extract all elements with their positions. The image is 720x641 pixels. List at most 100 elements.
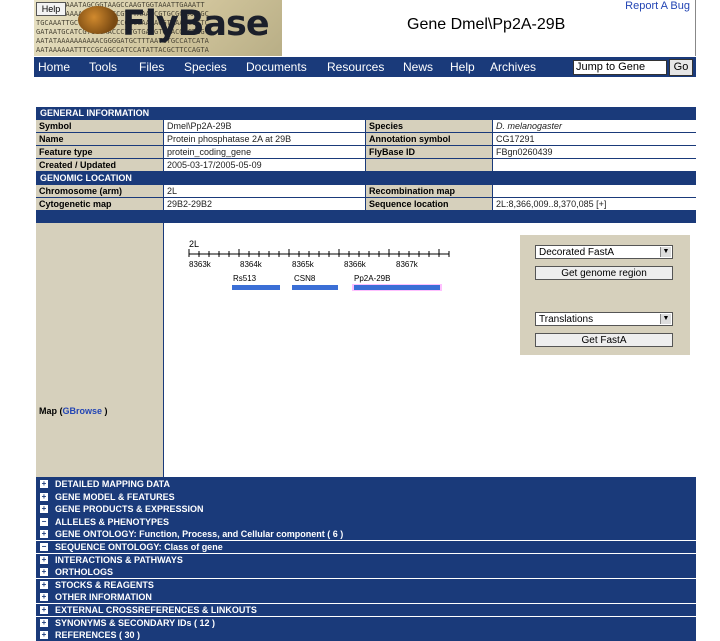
get-fasta-button[interactable]: Get FastA xyxy=(535,333,673,347)
section-row[interactable]: + DETAILED MAPPING DATA xyxy=(36,478,696,490)
field-label: Recombination map xyxy=(366,185,492,197)
empty-label xyxy=(366,159,492,171)
expand-icon[interactable]: + xyxy=(40,568,48,577)
cytogenetic-map-value: 29B2-29B2 xyxy=(164,198,365,210)
nav-resources[interactable]: Resources xyxy=(327,60,384,74)
go-button[interactable]: Go xyxy=(669,59,693,76)
map-tick-label: 8364k xyxy=(240,260,263,269)
section-title: GENERAL INFORMATION xyxy=(40,108,150,118)
page-header: GGGATTGAAATAGCGGTAAGCCAAGTGGTAAATTGAAATT… xyxy=(34,0,696,56)
gene-report-table: GENERAL INFORMATION Symbol Dmel\Pp2A-29B… xyxy=(36,107,696,641)
expand-icon[interactable]: + xyxy=(40,530,48,539)
section-row[interactable]: + REFERENCES ( 30 ) xyxy=(36,629,696,641)
nav-help[interactable]: Help xyxy=(450,60,475,74)
expand-icon[interactable]: + xyxy=(40,606,48,614)
flybase-logo[interactable]: GGGATTGAAATAGCGGTAAGCCAAGTGGTAAATTGAAATT… xyxy=(34,0,282,56)
section-row[interactable]: + GENE ONTOLOGY: Function, Process, and C… xyxy=(36,528,696,541)
section-title: REFERENCES ( 30 ) xyxy=(55,630,141,641)
get-genome-region-button[interactable]: Get genome region xyxy=(535,266,673,280)
symbol-value: Dmel\Pp2A-29B xyxy=(164,120,365,132)
map-tick-label: 8363k xyxy=(189,260,212,269)
fasta-type-select[interactable]: Decorated FastA ▼ xyxy=(535,245,673,259)
gbrowse-map-image[interactable]: 2L 8363k 8364k 8365k 8366k 8367k Rs513 C… xyxy=(184,237,514,317)
gene-glyph-csn8[interactable] xyxy=(292,285,338,290)
map-row: Map (GBrowse ) 2L 8363k 8364k 8365k 8366… xyxy=(36,223,696,477)
nav-documents[interactable]: Documents xyxy=(246,60,307,74)
field-label: Chromosome (arm) xyxy=(36,185,163,197)
map-tick-label: 8366k xyxy=(344,260,367,269)
expand-icon[interactable]: + xyxy=(40,480,48,488)
nav-species[interactable]: Species xyxy=(184,60,227,74)
gbrowse-link[interactable]: GBrowse xyxy=(63,406,103,416)
info-row: Cytogenetic map 29B2-29B2 Sequence locat… xyxy=(36,198,696,210)
section-title: EXTERNAL CROSSREFERENCES & LINKOUTS xyxy=(55,605,257,615)
dna-sequence-line: AATAAAAAATTTCCGCAGCCATCCATATTACGCTTCCAGT… xyxy=(36,46,209,54)
section-row[interactable]: − ALLELES & PHENOTYPES xyxy=(36,515,696,528)
section-row[interactable]: + SYNONYMS & SECONDARY IDs ( 12 ) xyxy=(36,616,696,629)
report-bug-link[interactable]: Report A Bug xyxy=(625,0,690,12)
section-title: SEQUENCE ONTOLOGY: Class of gene xyxy=(55,542,223,552)
fasta-panel: Decorated FastA ▼ Get genome region Trans… xyxy=(520,235,690,355)
nav-archives[interactable]: Archives xyxy=(490,60,536,74)
section-header-general: GENERAL INFORMATION xyxy=(36,107,696,119)
name-value: Protein phosphatase 2A at 29B xyxy=(164,133,365,145)
expand-icon[interactable]: + xyxy=(40,580,48,589)
section-title: OTHER INFORMATION xyxy=(55,592,152,603)
collapse-icon[interactable]: − xyxy=(40,517,48,526)
field-label: Symbol xyxy=(36,120,163,132)
map-tick-label: 8365k xyxy=(292,260,315,269)
nav-tools[interactable]: Tools xyxy=(89,60,117,74)
section-row[interactable]: + GENE PRODUCTS & EXPRESSION xyxy=(36,503,696,516)
field-label: Name xyxy=(36,133,163,145)
section-title: GENE MODEL & FEATURES xyxy=(55,491,175,502)
info-row: Name Protein phosphatase 2A at 29B Annot… xyxy=(36,133,696,145)
field-label: Sequence location xyxy=(366,198,492,210)
section-row[interactable]: + INTERACTIONS & PATHWAYS xyxy=(36,553,696,566)
main-nav: Home Tools Files Species Documents Resou… xyxy=(34,57,696,77)
section-row[interactable]: + STOCKS & REAGENTS xyxy=(36,578,696,591)
section-title: GENE ONTOLOGY: Function, Process, and Ce… xyxy=(55,529,344,540)
section-title: STOCKS & REAGENTS xyxy=(55,579,154,590)
section-row[interactable]: + GENE MODEL & FEATURES xyxy=(36,490,696,503)
info-row: Chromosome (arm) 2L Recombination map xyxy=(36,185,696,197)
jump-to-gene-input[interactable]: Jump to Gene xyxy=(573,60,667,75)
expand-icon[interactable]: + xyxy=(40,593,48,602)
section-row[interactable]: + OTHER INFORMATION xyxy=(36,591,696,604)
header-divider xyxy=(695,0,696,56)
expand-icon[interactable]: + xyxy=(40,505,48,514)
select-value: Decorated FastA xyxy=(539,247,615,258)
expand-icon[interactable]: + xyxy=(40,555,48,564)
nav-files[interactable]: Files xyxy=(139,60,164,74)
gene-glyph-rs513[interactable] xyxy=(232,285,280,290)
translation-select[interactable]: Translations ▼ xyxy=(535,312,673,326)
chevron-down-icon: ▼ xyxy=(660,247,671,257)
gene-glyph-pp2a[interactable] xyxy=(354,285,440,290)
expand-icon[interactable]: + xyxy=(40,618,48,627)
section-row[interactable]: − SEQUENCE ONTOLOGY: Class of gene xyxy=(36,541,696,553)
help-button[interactable]: Help xyxy=(36,2,66,16)
map-label-end: ) xyxy=(102,406,108,416)
expand-icon[interactable]: + xyxy=(40,631,48,640)
field-label: Feature type xyxy=(36,146,163,158)
gene-label-pp2a: Pp2A-29B xyxy=(354,274,390,283)
expand-icon[interactable]: + xyxy=(40,492,48,501)
nav-home[interactable]: Home xyxy=(38,60,70,74)
map-chrom-label: 2L xyxy=(189,239,199,249)
section-title: GENOMIC LOCATION xyxy=(40,173,132,183)
section-header-genomic: GENOMIC LOCATION xyxy=(36,172,696,184)
nav-news[interactable]: News xyxy=(403,60,433,74)
section-title: SYNONYMS & SECONDARY IDs ( 12 ) xyxy=(55,617,216,628)
map-label-text: Map ( xyxy=(39,406,63,416)
info-row: Feature type protein_coding_gene FlyBase… xyxy=(36,146,696,158)
field-label: Cytogenetic map xyxy=(36,198,163,210)
section-row[interactable]: + EXTERNAL CROSSREFERENCES & LINKOUTS xyxy=(36,604,696,616)
fly-icon xyxy=(78,6,118,34)
section-row[interactable]: + ORTHOLOGS xyxy=(36,566,696,579)
species-value[interactable]: D. melanogaster xyxy=(493,120,696,132)
collapse-icon[interactable]: − xyxy=(40,543,48,551)
info-row: Symbol Dmel\Pp2A-29B Species D. melanoga… xyxy=(36,120,696,132)
info-row: Created / Updated 2005-03-17/2005-05-09 xyxy=(36,159,696,171)
flybase-id-value: FBgn0260439 xyxy=(493,146,696,158)
map-tick-label: 8367k xyxy=(396,260,419,269)
chevron-down-icon: ▼ xyxy=(660,314,671,324)
